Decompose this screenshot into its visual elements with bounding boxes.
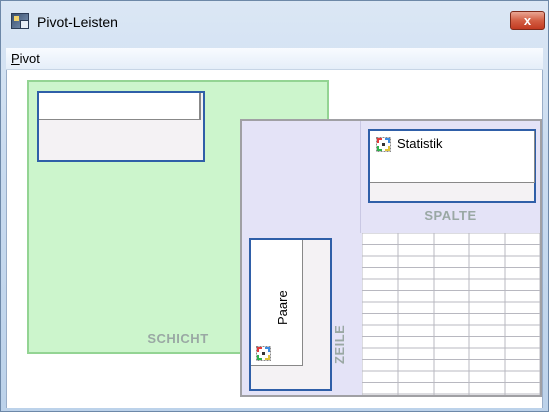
layer-drop-box[interactable] — [37, 91, 205, 162]
menu-pivot[interactable]: Pivot — [11, 51, 40, 66]
row-tray-label: ZEILE — [332, 324, 347, 364]
pivot-tray: Statistik SPALTE Paare ZEILE — [240, 119, 542, 397]
title-bar[interactable]: Pivot-Leisten x — [1, 1, 548, 47]
row-item-paare[interactable]: Paare — [251, 240, 303, 366]
pivot-dimension-icon — [256, 346, 271, 361]
column-tray[interactable]: Statistik SPALTE — [361, 121, 540, 233]
menu-bar: Pivot — [6, 48, 543, 70]
column-item-label: Statistik — [397, 136, 443, 151]
row-item-box[interactable]: Paare — [249, 238, 332, 391]
layer-drop-slot[interactable] — [39, 93, 201, 120]
table-preview-grid — [362, 233, 540, 395]
menu-pivot-rest: ivot — [19, 51, 40, 66]
close-button[interactable]: x — [510, 11, 545, 30]
column-item-box[interactable]: Statistik — [368, 129, 536, 203]
menu-pivot-mnemonic: P — [11, 51, 20, 66]
table-grid-lines — [362, 233, 540, 395]
close-icon: x — [523, 13, 532, 28]
column-item-statistik[interactable]: Statistik — [370, 131, 535, 183]
pivot-dimension-icon — [376, 137, 391, 152]
row-tray[interactable]: Paare ZEILE — [242, 233, 362, 395]
app-icon — [11, 13, 29, 29]
column-tray-label: SPALTE — [424, 208, 477, 223]
window-title: Pivot-Leisten — [37, 14, 118, 30]
row-item-label: Paare — [275, 290, 290, 325]
